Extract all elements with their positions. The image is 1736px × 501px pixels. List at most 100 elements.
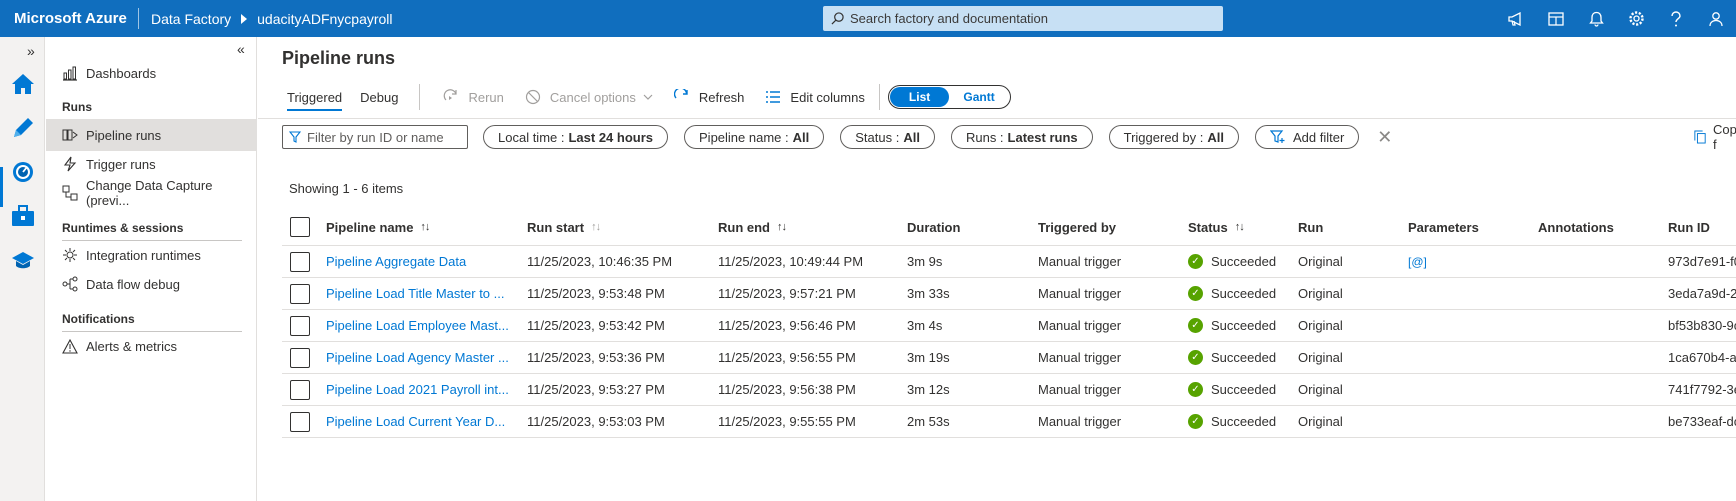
bell-icon[interactable] (1576, 0, 1616, 37)
breadcrumb-service[interactable]: Data Factory (151, 11, 231, 27)
table-row[interactable]: Pipeline Load Current Year D... 11/25/20… (282, 406, 1736, 438)
filter-label: Pipeline name : (699, 129, 789, 145)
view-list-option[interactable]: List (889, 87, 950, 107)
row-checkbox[interactable] (290, 251, 310, 272)
collapse-icon[interactable]: « (237, 41, 245, 57)
pipeline-name-link[interactable]: Pipeline Load 2021 Payroll int... (322, 382, 523, 397)
col-run-start[interactable]: Run start ↑↓ (523, 220, 714, 235)
filter-value: All (792, 129, 810, 145)
copy-icon (1694, 130, 1706, 144)
pipeline-icon (62, 127, 78, 143)
filter-status[interactable]: Status : All (840, 125, 935, 149)
pipeline-name-link[interactable]: Pipeline Load Current Year D... (322, 414, 523, 429)
copy-filters-button[interactable]: Copy f (1694, 122, 1736, 152)
table-row[interactable]: Pipeline Load Employee Mast... 11/25/202… (282, 310, 1736, 342)
table-row[interactable]: Pipeline Aggregate Data 11/25/2023, 10:4… (282, 246, 1736, 278)
menu-item-integration-runtimes[interactable]: Integration runtimes (46, 239, 256, 271)
filter-runs[interactable]: Runs : Latest runs (950, 125, 1093, 149)
megaphone-icon[interactable] (1496, 0, 1536, 37)
col-run-id[interactable]: Run ID (1664, 220, 1736, 235)
toolbar-divider (419, 84, 421, 110)
gear-icon[interactable] (1616, 0, 1656, 37)
view-gantt-option[interactable]: Gantt (949, 87, 1009, 107)
sort-icon[interactable]: ↑↓ (1235, 221, 1245, 233)
row-checkbox[interactable] (290, 411, 310, 432)
select-all-checkbox[interactable] (290, 217, 310, 237)
warning-icon (62, 338, 78, 354)
run-end-cell: 11/25/2023, 9:57:21 PM (718, 286, 856, 301)
table-header: Pipeline name ↑↓ Run start ↑↓ Run end ↑↓ Du… (282, 209, 1736, 246)
menu-item-data-flow-debug[interactable]: Data flow debug (46, 268, 256, 300)
menu-item-dashboards[interactable]: Dashboards (46, 57, 256, 89)
feedback-icon[interactable] (1696, 0, 1736, 37)
pipeline-name-link[interactable]: Pipeline Load Agency Master ... (322, 350, 523, 365)
author-pencil-icon[interactable] (8, 113, 38, 143)
monitor-icon[interactable] (8, 157, 38, 187)
filter-triggered-by[interactable]: Triggered by : All (1108, 125, 1239, 149)
row-checkbox[interactable] (290, 283, 310, 304)
add-filter-button[interactable]: Add filter (1254, 125, 1360, 149)
run-start-cell: 11/25/2023, 9:53:03 PM (527, 414, 665, 429)
directory-switch-icon[interactable] (1536, 0, 1576, 37)
edit-columns-button[interactable]: Edit columns (754, 81, 874, 113)
pipeline-name-link[interactable]: Pipeline Load Title Master to ... (322, 286, 523, 301)
col-run[interactable]: Run (1294, 220, 1404, 235)
filter-local-time[interactable]: Local time : Last 24 hours (483, 125, 669, 149)
rerun-button[interactable]: Rerun (432, 81, 513, 113)
select-all-cell (282, 217, 322, 237)
tab-debug[interactable]: Debug (351, 84, 407, 111)
learning-hat-icon[interactable] (8, 245, 38, 275)
global-search-box[interactable] (823, 6, 1223, 31)
col-pipeline-name[interactable]: Pipeline name ↑↓ (322, 220, 523, 235)
status-text: Succeeded (1211, 414, 1277, 429)
parameters-icon[interactable]: [@] (1408, 255, 1427, 269)
menu-item-change-data-capture[interactable]: Change Data Capture (previ... (46, 177, 256, 209)
row-checkbox[interactable] (290, 315, 310, 336)
filter-pipeline-name[interactable]: Pipeline name : All (684, 125, 825, 149)
row-checkbox[interactable] (290, 379, 310, 400)
col-run-end[interactable]: Run end ↑↓ (714, 220, 903, 235)
duration-cell: 3m 12s (907, 382, 950, 397)
menu-item-alerts-metrics[interactable]: Alerts & metrics (46, 330, 256, 362)
pipeline-name-link[interactable]: Pipeline Aggregate Data (322, 254, 523, 269)
col-parameters[interactable]: Parameters (1404, 220, 1534, 235)
table-row[interactable]: Pipeline Load Title Master to ... 11/25/… (282, 278, 1736, 310)
data-flow-icon (62, 276, 78, 292)
sort-icon[interactable]: ↑↓ (591, 221, 601, 233)
menu-item-trigger-runs[interactable]: Trigger runs (46, 148, 256, 180)
menu-item-pipeline-runs[interactable]: Pipeline runs (46, 119, 256, 151)
page-title: Pipeline runs (282, 48, 396, 68)
help-icon[interactable] (1656, 0, 1696, 37)
home-icon[interactable] (8, 69, 38, 99)
cancel-options-button[interactable]: Cancel options (514, 81, 663, 113)
left-rail: » (0, 37, 45, 501)
clear-filters-icon[interactable]: ✕ (1377, 127, 1392, 148)
search-input[interactable] (850, 11, 1210, 26)
col-annotations[interactable]: Annotations (1534, 220, 1664, 235)
brand-title[interactable]: Microsoft Azure (0, 10, 138, 27)
refresh-button[interactable]: Refresh (663, 81, 755, 113)
col-triggered-by[interactable]: Triggered by (1034, 220, 1184, 235)
row-select-cell (282, 283, 322, 304)
edit-columns-icon (764, 88, 782, 106)
run-end-cell: 11/25/2023, 9:56:55 PM (718, 350, 856, 365)
view-toggle[interactable]: List Gantt (887, 85, 1011, 109)
pipeline-name-link[interactable]: Pipeline Load Employee Mast... (322, 318, 523, 333)
manage-toolbox-icon[interactable] (8, 201, 38, 231)
tab-triggered[interactable]: Triggered (278, 84, 351, 111)
col-status[interactable]: Status ↑↓ (1184, 220, 1294, 235)
row-checkbox[interactable] (290, 347, 310, 368)
run-id-cell: be733eaf-dc (1668, 414, 1736, 429)
table-row[interactable]: Pipeline Load Agency Master ... 11/25/20… (282, 342, 1736, 374)
table-row[interactable]: Pipeline Load 2021 Payroll int... 11/25/… (282, 374, 1736, 406)
sort-icon[interactable]: ↑↓ (777, 221, 787, 233)
breadcrumb-factory[interactable]: udacityADFnycpayroll (257, 11, 392, 27)
run-end-cell: 11/25/2023, 9:56:38 PM (718, 382, 856, 397)
run-filter-box[interactable] (282, 125, 468, 149)
run-filter-input[interactable] (307, 129, 457, 145)
expand-icon[interactable]: » (27, 43, 35, 59)
sort-icon[interactable]: ↑↓ (420, 221, 430, 233)
command-bar: Triggered Debug Rerun Cancel options Ref… (258, 79, 1736, 115)
menu-header-runtimes: Runtimes & sessions (62, 221, 184, 235)
col-duration[interactable]: Duration (903, 220, 1034, 235)
